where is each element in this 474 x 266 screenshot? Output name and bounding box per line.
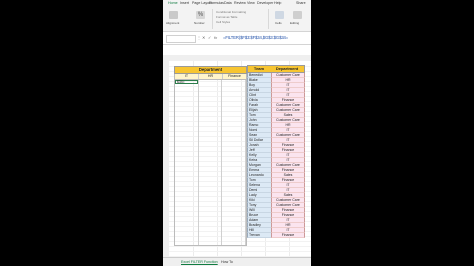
worksheet-grid[interactable]: Department IT HR Finance $34= Team Depar… — [169, 61, 311, 257]
search-icon — [293, 11, 302, 19]
finance-column[interactable] — [222, 80, 247, 245]
alignment-label: Alignment — [166, 21, 180, 25]
column-header-hr[interactable]: HR — [199, 74, 223, 79]
tab-help[interactable]: Help — [274, 1, 281, 5]
ribbon: Alignment % Number Conditional Formattin… — [163, 7, 311, 32]
number-label: Number — [194, 21, 205, 25]
cell-styles-button[interactable]: Cell Styles — [216, 20, 230, 24]
editing-label: Editing — [290, 21, 300, 25]
enter-icon[interactable]: ✓ — [208, 35, 211, 40]
gridline — [169, 246, 311, 247]
department-header: Department — [275, 66, 299, 71]
sheet-tab-how-to[interactable]: How To — [221, 260, 233, 264]
hr-column[interactable] — [199, 80, 223, 245]
percent-icon: % — [196, 11, 205, 19]
editing-group[interactable]: Editing — [289, 9, 309, 29]
number-group[interactable]: % Number — [193, 9, 209, 29]
team-table-body: Benedict Customer Care Blake HR Boy IT Arnold I… — [247, 73, 305, 238]
tab-view[interactable]: View — [247, 1, 255, 5]
ribbon-divider — [268, 9, 269, 29]
tab-developer[interactable]: Developer — [257, 1, 273, 5]
table-row: Trevan Finance — [247, 233, 305, 238]
column-header-finance[interactable]: Finance — [223, 74, 246, 79]
format-as-table-button[interactable]: Format as Table — [216, 15, 237, 19]
team-department-table: Team Department Benedict Customer Care Bla… — [247, 65, 305, 238]
styles-group: Conditional Formatting Format as Table C… — [216, 9, 266, 29]
tab-data[interactable]: Data — [224, 1, 232, 5]
department-columns-body: $34= — [174, 80, 247, 246]
tab-review[interactable]: Review — [234, 1, 246, 5]
cells-icon — [275, 11, 284, 19]
column-header-it[interactable]: IT — [175, 74, 199, 79]
insert-function-icon[interactable]: fx — [214, 35, 217, 40]
tab-home[interactable]: Home — [168, 1, 178, 5]
cells-group[interactable]: Cells — [273, 9, 287, 29]
team-table-header: Team Department — [247, 65, 305, 73]
cells-label: Cells — [275, 21, 282, 25]
ribbon-tabs: Home Insert Page Layout Formulas Data Re… — [163, 0, 311, 7]
share-button[interactable]: Share — [296, 1, 306, 5]
more-icon[interactable]: ⋮ — [197, 35, 201, 40]
it-column[interactable] — [175, 80, 199, 245]
alignment-group[interactable]: Alignment — [166, 9, 182, 29]
ribbon-divider — [212, 9, 213, 29]
team-cell[interactable]: Trevan — [247, 233, 271, 238]
tab-formulas[interactable]: Formulas — [209, 1, 224, 5]
alignment-icon — [169, 11, 178, 19]
team-header: Team — [253, 66, 265, 71]
active-cell[interactable]: $34= — [175, 80, 198, 84]
excel-window: Home Insert Page Layout Formulas Data Re… — [163, 0, 311, 266]
department-title: Department — [174, 66, 247, 74]
sheet-tabs: Excel FILTER Function How To — [163, 257, 311, 266]
formula-bar: ⋮ ✕ ✓ fx =FILTER($F$3:$F$34,$G$3:$G$34= — [163, 32, 311, 45]
tab-insert[interactable]: Insert — [180, 1, 189, 5]
department-filter-table: Department IT HR Finance $34= — [174, 66, 247, 246]
gridline — [169, 251, 311, 252]
conditional-formatting-button[interactable]: Conditional Formatting — [216, 10, 246, 14]
name-box[interactable] — [166, 35, 196, 43]
sheet-tab-excel-filter[interactable]: Excel FILTER Function — [181, 260, 218, 264]
cancel-icon[interactable]: ✕ — [202, 35, 205, 40]
department-cell[interactable]: Finance — [271, 233, 305, 238]
formula-input[interactable]: =FILTER($F$3:$F$34,$G$3:$G$34= — [223, 35, 288, 40]
